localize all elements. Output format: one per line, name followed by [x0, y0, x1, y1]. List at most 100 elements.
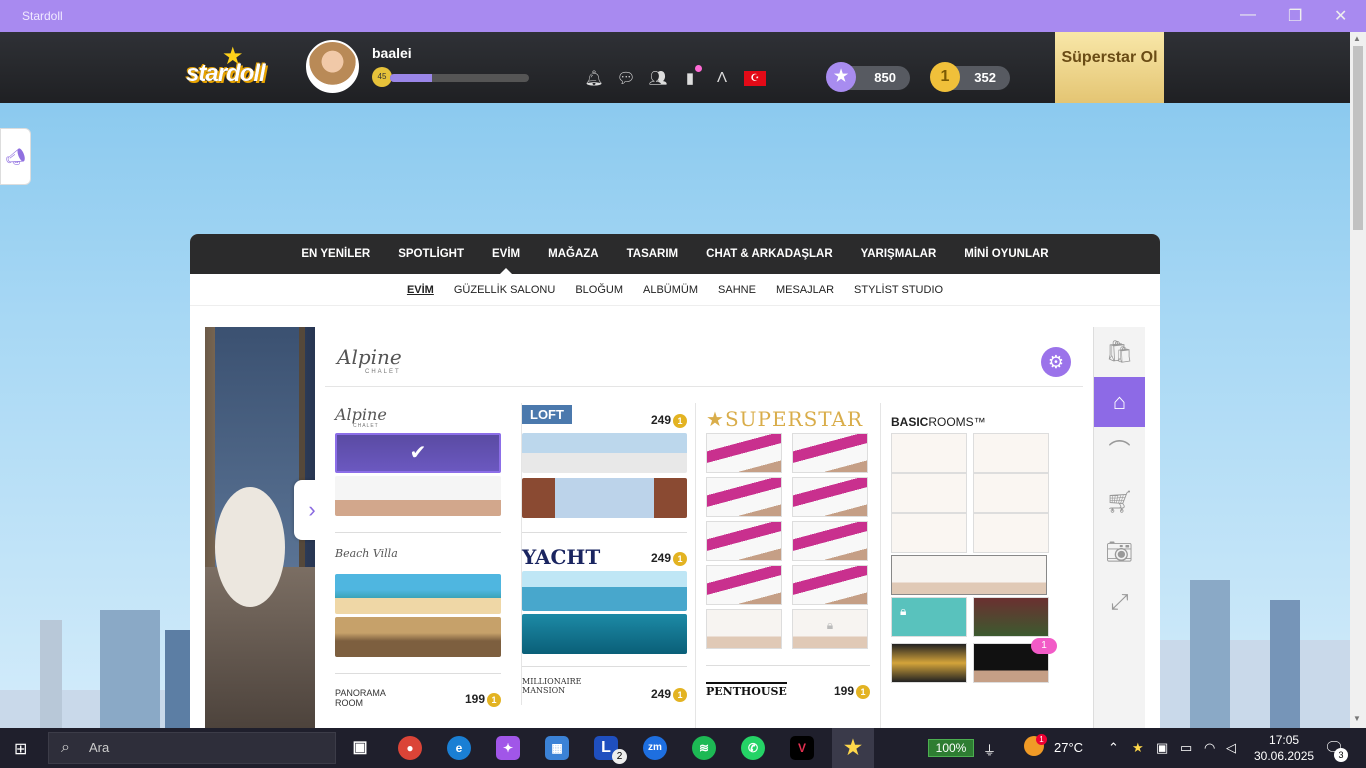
basic-room[interactable]	[973, 433, 1049, 473]
camera-icon[interactable]: 📷︎	[1094, 527, 1145, 577]
superstar-room[interactable]	[792, 477, 868, 517]
scroll-up-icon[interactable]: ▲	[1353, 34, 1361, 43]
store-icon[interactable]: ▦	[545, 736, 569, 760]
nav-primary-item[interactable]: SPOTLİGHT	[384, 234, 478, 274]
yacht-room-1[interactable]	[522, 571, 687, 611]
nav-secondary-item[interactable]: GÜZELLİK SALONU	[444, 274, 565, 305]
basic-room[interactable]	[891, 513, 967, 553]
loft-room-2[interactable]	[522, 478, 687, 518]
fullscreen-icon[interactable]: ⤢	[1094, 577, 1145, 627]
xp-progress-bar	[390, 74, 529, 82]
lock-icon: 🔒︎	[900, 604, 907, 618]
bell-icon[interactable]: 🔔︎	[584, 69, 604, 87]
chat-icon[interactable]: 💬︎	[616, 69, 636, 87]
nav-primary-item[interactable]: MİNİ OYUNLAR	[950, 234, 1062, 274]
temperature[interactable]: 27°C	[1054, 740, 1083, 755]
superstar-room[interactable]	[792, 521, 868, 561]
superstar-button[interactable]: Süperstar Ol	[1055, 32, 1164, 103]
beach-villa-room-2[interactable]	[335, 617, 501, 657]
alpine-room-selected[interactable]: ✔	[335, 433, 501, 473]
close-icon[interactable]: ✕	[1334, 6, 1347, 26]
windows-start-icon[interactable]: ⊞	[14, 739, 27, 759]
basic-room-selected[interactable]	[891, 555, 1047, 595]
basic-room-forest[interactable]	[973, 597, 1049, 637]
chevron-up-icon[interactable]: ⌃	[1108, 740, 1119, 756]
beach-villa-room-1[interactable]	[335, 574, 501, 614]
nav-secondary-item[interactable]: BLOĞUM	[565, 274, 633, 305]
minimize-icon[interactable]: —	[1240, 6, 1256, 24]
page-scrollbar[interactable]: ▲ ▼	[1350, 32, 1366, 728]
nav-secondary-item[interactable]: ALBÜMÜM	[633, 274, 708, 305]
friends-icon[interactable]: 👥︎	[648, 69, 668, 87]
scroll-thumb[interactable]	[1353, 46, 1363, 230]
taskbar-search[interactable]: ⌕ Ara	[48, 732, 336, 764]
yacht-room-2[interactable]	[522, 614, 687, 654]
brand-icon[interactable]: Λ	[712, 69, 732, 87]
superstar-room[interactable]	[792, 565, 868, 605]
basic-room[interactable]	[891, 473, 967, 513]
divider	[335, 532, 501, 533]
nav-secondary-item[interactable]: STYLİST STUDIO	[844, 274, 953, 305]
avatar[interactable]	[306, 40, 359, 93]
announcement-button[interactable]: 📣︎	[0, 128, 31, 185]
coins-counter[interactable]: 1 352	[930, 62, 1010, 92]
hanger-icon[interactable]: ⌒	[1094, 427, 1145, 477]
superstar-room[interactable]	[706, 521, 782, 561]
tray-app-icon[interactable]: ▣	[1156, 740, 1168, 756]
coin-icon: 1	[487, 692, 501, 707]
room-selector: Alpine CHALET ⚙ Alpine CHALET ✔ Beach Vi…	[315, 327, 1093, 728]
spotify-icon[interactable]: ≋	[692, 736, 716, 760]
home-icon[interactable]: ⌂	[1094, 377, 1145, 427]
battery-icon[interactable]: ▭	[1180, 740, 1192, 756]
nav-secondary-item[interactable]: EVİM	[397, 274, 444, 305]
nav-primary-item[interactable]: YARIŞMALAR	[847, 234, 951, 274]
basic-room[interactable]	[973, 513, 1049, 553]
skyline-building	[40, 620, 62, 728]
shopping-bag-icon[interactable]: 🛍︎	[1094, 327, 1145, 377]
stardoll-logo[interactable]: ★ stardoll	[186, 42, 286, 92]
nav-primary-item[interactable]: EN YENİLER	[287, 234, 384, 274]
chrome-icon[interactable]: ●	[398, 736, 422, 760]
superstar-room[interactable]	[792, 433, 868, 473]
maximize-icon[interactable]: ❐	[1288, 6, 1302, 26]
superstar-room[interactable]	[706, 609, 782, 649]
basic-room-city[interactable]	[891, 643, 967, 683]
tray-star-icon[interactable]: ★	[1132, 740, 1144, 756]
zoom-icon[interactable]: zm	[643, 736, 667, 760]
superstar-room[interactable]	[706, 477, 782, 517]
basic-room[interactable]	[891, 433, 967, 473]
basic-room[interactable]	[973, 473, 1049, 513]
alpine-room-2[interactable]	[335, 476, 501, 516]
valorant-icon[interactable]: V	[790, 736, 814, 760]
stardoll-app-icon[interactable]: ★	[832, 728, 874, 768]
superstar-room[interactable]	[706, 565, 782, 605]
whatsapp-icon[interactable]: ✆	[741, 736, 765, 760]
task-view-icon[interactable]: ▣	[348, 736, 372, 760]
wifi-icon[interactable]: ◠	[1204, 740, 1215, 756]
cart-icon[interactable]: 🛒︎	[1094, 477, 1145, 527]
nav-primary-item[interactable]: MAĞAZA	[534, 234, 612, 274]
battery-indicator[interactable]: 100%	[928, 739, 974, 757]
stardollars-counter[interactable]: ★ 850	[826, 62, 910, 92]
superstar-room[interactable]	[706, 433, 782, 473]
edge-icon[interactable]: e	[447, 736, 471, 760]
nav-primary-item[interactable]: CHAT & ARKADAŞLAR	[692, 234, 847, 274]
turkey-flag-icon[interactable]: ☪	[744, 71, 766, 86]
megaphone-icon: 📣︎	[5, 149, 26, 166]
superstar-room-locked[interactable]: 🔒︎	[792, 609, 868, 649]
nav-secondary-item[interactable]: SAHNE	[708, 274, 766, 305]
nav-primary-item[interactable]: EVİM	[478, 234, 534, 274]
bookmark-icon[interactable]: ▮	[680, 65, 702, 87]
username[interactable]: baalei	[372, 45, 412, 61]
volume-icon[interactable]: ◁	[1226, 740, 1236, 756]
coin-icon: 1	[856, 684, 870, 699]
nav-primary-item[interactable]: TASARIM	[613, 234, 693, 274]
copilot-icon[interactable]: ✦	[496, 736, 520, 760]
nav-secondary-item[interactable]: MESAJLAR	[766, 274, 844, 305]
scroll-down-icon[interactable]: ▼	[1353, 714, 1361, 723]
basic-room-teal[interactable]: 🔒︎	[891, 597, 967, 637]
clock[interactable]: 17:05 30.06.2025	[1254, 732, 1314, 764]
skyline-building	[1190, 580, 1230, 728]
loft-room-1[interactable]	[522, 433, 687, 473]
settings-button[interactable]: ⚙	[1041, 347, 1071, 377]
